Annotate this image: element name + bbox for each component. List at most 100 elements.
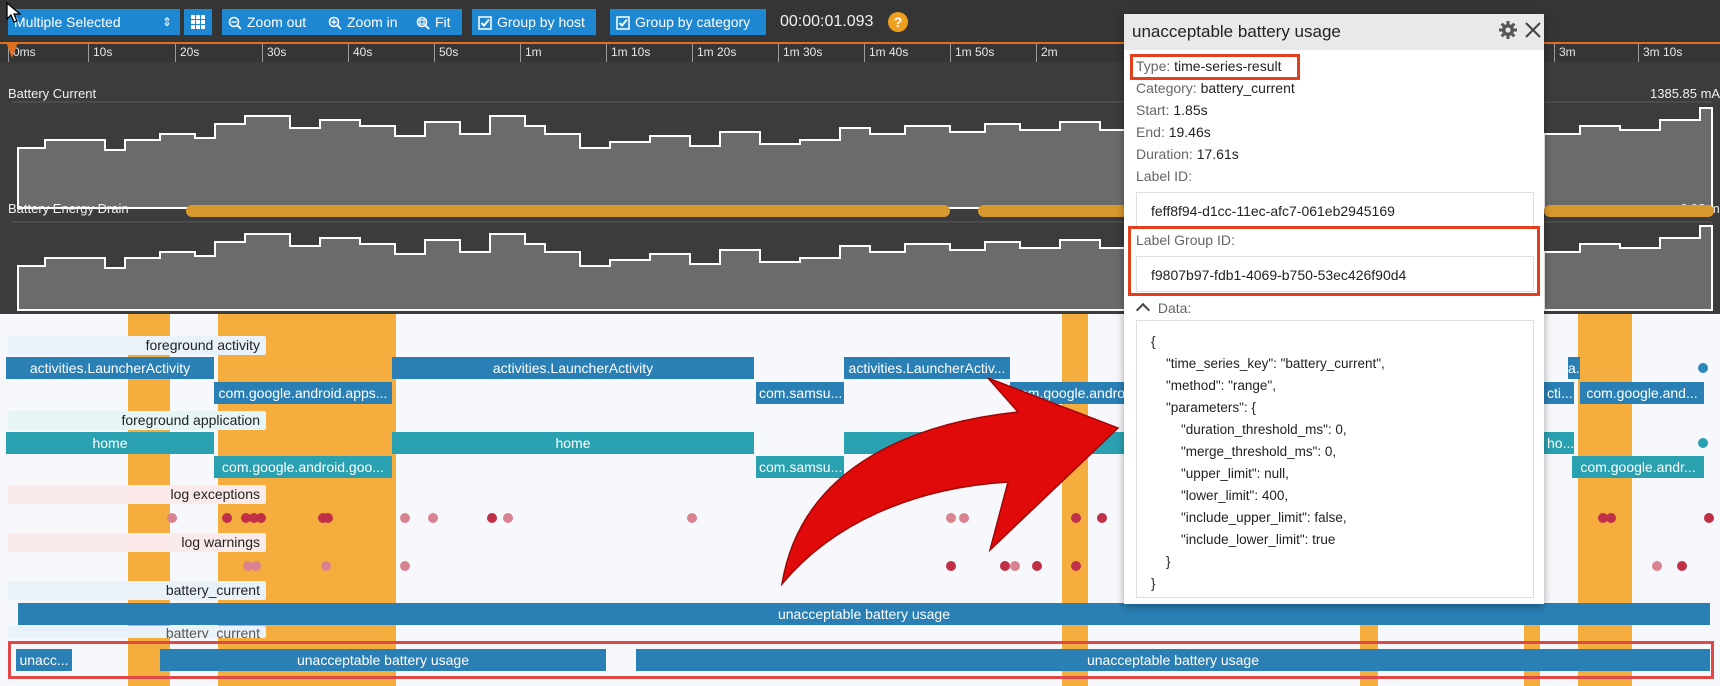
end-key: End: <box>1136 124 1165 140</box>
playhead-marker[interactable] <box>6 42 18 62</box>
group-by-category-label: Group by category <box>635 14 751 30</box>
exception-marker[interactable] <box>400 513 410 523</box>
zoom-out-icon <box>228 16 242 30</box>
category-row: Category: battery_current <box>1136 80 1295 96</box>
duration-key: Duration: <box>1136 146 1193 162</box>
ruler-tick: 1m 20s <box>692 44 736 62</box>
activity-bar[interactable]: a... <box>1568 357 1580 379</box>
start-row: Start: 1.85s <box>1136 102 1208 118</box>
ruler-tick: 1m 50s <box>950 44 994 62</box>
type-highlight <box>1130 54 1300 80</box>
ruler-tick: 10s <box>88 44 112 62</box>
json-line: "time_series_key": "battery_current", <box>1151 356 1385 371</box>
exception-marker[interactable] <box>1606 513 1616 523</box>
battery-current-value: 1385.85 mA <box>1650 86 1720 101</box>
track-label-log-exceptions: log exceptions <box>8 485 266 504</box>
current-time-readout: 00:00:01.093 <box>780 13 874 30</box>
battery-current-title: Battery Current <box>8 86 97 101</box>
energy-drain-range-bar[interactable] <box>1544 205 1714 217</box>
json-line: } <box>1151 576 1156 591</box>
battery-usage-label-bar[interactable]: unacceptable battery usage <box>18 603 1710 625</box>
duration-row: Duration: 17.61s <box>1136 146 1239 162</box>
zoom-out-label: Zoom out <box>247 14 307 30</box>
warning-marker[interactable] <box>321 561 331 571</box>
category-value: battery_current <box>1200 80 1295 96</box>
warning-marker[interactable] <box>1652 561 1662 571</box>
exception-marker[interactable] <box>503 513 513 523</box>
ruler-tick: 40s <box>348 44 372 62</box>
application-bar[interactable]: ho... <box>1544 432 1574 454</box>
checkbox-checked-icon <box>616 16 630 30</box>
json-line: "method": "range", <box>1151 378 1276 393</box>
selection-dropdown-value: Multiple Selected <box>14 14 121 30</box>
start-key: Start: <box>1136 102 1170 118</box>
group-by-host-label: Group by host <box>497 14 585 30</box>
track-label-foreground-application: foreground application <box>8 411 266 430</box>
energy-drain-range-bar[interactable] <box>186 205 950 217</box>
category-key: Category: <box>1136 80 1197 96</box>
zoom-out-button[interactable]: Zoom out <box>222 9 322 35</box>
zoom-in-button[interactable]: Zoom in <box>322 9 410 35</box>
json-line: { <box>1151 334 1156 349</box>
close-icon[interactable] <box>1524 21 1542 39</box>
track-label-log-warnings: log warnings <box>8 533 266 552</box>
grid-view-button[interactable] <box>184 9 212 35</box>
ruler-tick: 3m <box>1554 44 1576 62</box>
label-detail-popup: unacceptable battery usage Type: time-se… <box>1124 14 1544 604</box>
exception-marker[interactable] <box>687 513 697 523</box>
json-line: "duration_threshold_ms": 0, <box>1151 422 1347 437</box>
selection-dropdown[interactable]: Multiple Selected ⇕ <box>8 9 180 35</box>
track-label-battery-current-2: battery_current <box>8 626 266 638</box>
json-line: "merge_threshold_ms": 0, <box>1151 444 1337 459</box>
data-json-box[interactable]: { "time_series_key": "battery_current", … <box>1136 320 1534 598</box>
warning-marker[interactable] <box>251 561 261 571</box>
activity-bar[interactable]: activities.LauncherActivity <box>392 357 754 379</box>
end-value: 19.46s <box>1168 124 1211 140</box>
application-bar[interactable]: home <box>6 432 214 454</box>
warning-marker[interactable] <box>400 561 410 571</box>
help-icon[interactable]: ? <box>888 12 908 32</box>
battery-energy-drain-title: Battery Energy Drain <box>8 201 129 216</box>
exception-marker[interactable] <box>323 513 333 523</box>
grid-icon <box>191 15 205 29</box>
energy-drain-range-bar[interactable] <box>978 205 1128 217</box>
checkbox-checked-icon <box>478 16 492 30</box>
exception-marker[interactable] <box>428 513 438 523</box>
highlight-band <box>1578 314 1632 686</box>
fit-button[interactable]: Fit <box>410 9 462 35</box>
application-marker[interactable] <box>1698 438 1708 448</box>
activity-bar[interactable]: activities.LauncherActivity <box>6 357 214 379</box>
zoom-in-icon <box>328 16 342 30</box>
activity-bar[interactable]: cti... <box>1544 382 1574 404</box>
data-key: Data: <box>1157 300 1192 316</box>
activity-marker[interactable] <box>1698 363 1708 373</box>
application-bar[interactable]: com.google.andr... <box>1572 456 1704 478</box>
ruler-tick: 20s <box>175 44 199 62</box>
data-section-toggle[interactable]: Data: <box>1135 300 1192 318</box>
warning-marker[interactable] <box>1677 561 1687 571</box>
ruler-tick: 1m 30s <box>778 44 822 62</box>
ruler-tick: 1m 10s <box>606 44 650 62</box>
application-bar[interactable]: home <box>392 432 754 454</box>
popup-title: unacceptable battery usage <box>1132 22 1341 41</box>
label-id-key-text: Label ID: <box>1136 168 1193 184</box>
exception-marker[interactable] <box>256 513 266 523</box>
json-line: "parameters": { <box>1151 400 1256 415</box>
exception-marker[interactable] <box>1704 513 1714 523</box>
label-group-highlight <box>1128 226 1540 296</box>
group-by-host-toggle[interactable]: Group by host <box>472 9 596 35</box>
track-label-battery-current: battery_current <box>8 581 266 600</box>
duration-value: 17.61s <box>1196 146 1239 162</box>
activity-bar[interactable]: com.google.android.apps... <box>214 382 392 404</box>
exception-marker[interactable] <box>167 513 177 523</box>
application-bar[interactable]: com.google.android.goo... <box>214 456 392 478</box>
exception-marker[interactable] <box>222 513 232 523</box>
json-line: "include_lower_limit": true <box>1151 532 1336 547</box>
gear-icon[interactable] <box>1498 20 1518 40</box>
activity-bar[interactable]: com.google.and... <box>1580 382 1704 404</box>
label-id-field[interactable]: feff8f94-d1cc-11ec-afc7-061eb2945169 <box>1136 192 1534 228</box>
ruler-tick: 2m <box>1036 44 1058 62</box>
zoom-in-label: Zoom in <box>347 14 398 30</box>
group-by-category-toggle[interactable]: Group by category <box>610 9 766 35</box>
exception-marker[interactable] <box>487 513 497 523</box>
